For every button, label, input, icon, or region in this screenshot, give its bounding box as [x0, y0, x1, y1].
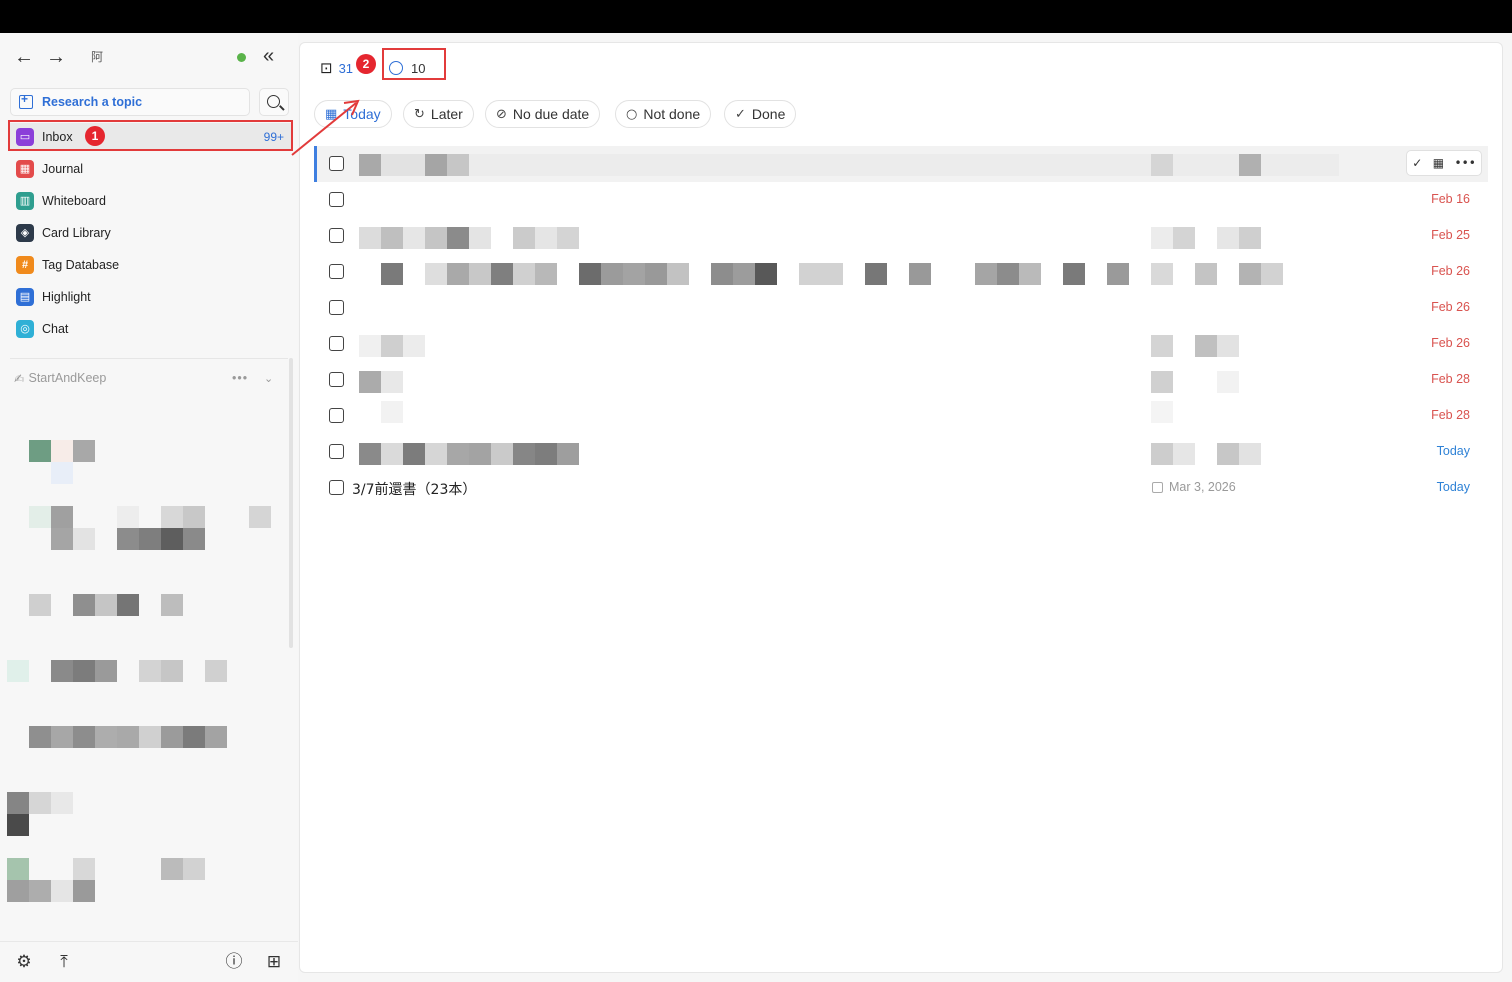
filter-label: Not done — [643, 106, 701, 122]
filter-no-due-date[interactable]: ⊘ No due date — [485, 100, 601, 128]
task-row[interactable]: Feb 28 — [314, 398, 1488, 434]
search-button[interactable] — [259, 88, 289, 116]
task-row[interactable]: Feb 16 — [314, 182, 1488, 218]
apps-icon[interactable]: ⊞ — [264, 952, 284, 972]
collapse-sidebar-icon[interactable]: « — [263, 45, 274, 68]
task-date: Today — [1436, 480, 1470, 494]
refresh-icon: ↻ — [414, 106, 425, 122]
task-due-date[interactable]: Mar 3, 2026 — [1152, 480, 1236, 494]
research-label: Research a topic — [42, 95, 143, 109]
task-checkbox[interactable] — [329, 264, 344, 279]
calendar-icon: ▦ — [16, 160, 34, 178]
layers-icon: ◈ — [16, 224, 34, 242]
gear-icon[interactable]: ⚙ — [14, 952, 34, 972]
more-icon[interactable]: ••• — [1455, 156, 1476, 170]
research-topic-button[interactable]: Research a topic — [10, 88, 250, 116]
app-window: ← → 阿 « Research a topic ▭ Inbox 99+ ▦ J… — [0, 33, 1512, 982]
task-title[interactable]: 3/7前還書（23本） — [352, 479, 476, 499]
workspace-icon[interactable]: 阿 — [88, 48, 106, 66]
check-icon[interactable]: ✓ — [1412, 156, 1422, 170]
sidebar-item-highlight[interactable]: ▤ Highlight — [10, 283, 292, 311]
calendar-icon[interactable]: ▦ — [1433, 156, 1444, 170]
task-row[interactable]: Feb 25 — [314, 218, 1488, 254]
sidebar-item-label: Whiteboard — [42, 194, 106, 208]
main-panel: ⊡ 31 10 ▦ Today ↻ Later ⊘ No due date ○ … — [299, 42, 1503, 973]
sidebar-scrollbar[interactable] — [289, 358, 293, 648]
whiteboard-icon: ▥ — [16, 192, 34, 210]
sidebar-item-chat[interactable]: ◎ Chat — [10, 315, 292, 343]
space-icon: ✍ — [14, 371, 25, 386]
research-icon — [19, 92, 33, 109]
task-date: Feb 16 — [1431, 192, 1470, 206]
sidebar-item-whiteboard[interactable]: ▥ Whiteboard — [10, 187, 292, 215]
chat-icon: ◎ — [16, 320, 34, 338]
sidebar-item-label: Card Library — [42, 226, 111, 240]
task-checkbox[interactable] — [329, 228, 344, 243]
task-row[interactable]: ✓ ▦ ••• — [314, 146, 1488, 182]
filter-not-done[interactable]: ○ Not done — [615, 100, 712, 128]
task-checkbox[interactable] — [329, 480, 344, 495]
task-date: Feb 28 — [1431, 408, 1470, 422]
hash-icon: # — [16, 256, 34, 274]
task-date: Feb 26 — [1431, 300, 1470, 314]
help-icon[interactable]: ⓘ — [224, 952, 244, 972]
sidebar-divider — [10, 358, 288, 359]
task-date: Feb 26 — [1431, 336, 1470, 350]
task-row[interactable]: Feb 26 — [314, 326, 1488, 362]
space-header[interactable]: ✍ StartAndKeep ••• ⌄ — [14, 368, 284, 388]
task-checkbox[interactable] — [329, 192, 344, 207]
filter-label: Done — [751, 106, 786, 122]
task-row[interactable]: Feb 28 — [314, 362, 1488, 398]
check-icon: ✓ — [735, 106, 746, 122]
task-date: Feb 26 — [1431, 264, 1470, 278]
sidebar-item-label: Journal — [42, 162, 83, 176]
highlight-icon: ▤ — [16, 288, 34, 306]
task-checkbox[interactable] — [329, 300, 344, 315]
annotation-box-inbox — [8, 120, 293, 151]
sidebar: ← → 阿 « Research a topic ▭ Inbox 99+ ▦ J… — [0, 33, 298, 982]
annotation-badge-2: 2 — [356, 54, 376, 74]
sidebar-item-journal[interactable]: ▦ Journal — [10, 155, 292, 183]
filter-label: Later — [430, 106, 463, 122]
filter-done[interactable]: ✓ Done — [724, 100, 797, 128]
more-icon[interactable]: ••• — [232, 371, 248, 385]
circle-icon: ○ — [626, 106, 638, 122]
sidebar-item-card-library[interactable]: ◈ Card Library — [10, 219, 292, 247]
annotation-badge-1: 1 — [85, 126, 105, 146]
task-row[interactable]: 3/7前還書（23本） Mar 3, 2026 Today — [314, 470, 1488, 506]
search-icon — [267, 95, 280, 108]
forward-arrow-icon[interactable]: → — [45, 47, 67, 69]
sidebar-item-tag-database[interactable]: # Tag Database — [10, 251, 292, 279]
filter-later[interactable]: ↻ Later — [403, 100, 474, 128]
task-row[interactable]: Today — [314, 434, 1488, 470]
annotation-arrow — [291, 99, 360, 156]
sync-status-dot — [237, 53, 246, 62]
annotation-box-tasks — [382, 48, 446, 80]
task-date: Feb 28 — [1431, 372, 1470, 386]
calendar-icon — [1152, 481, 1163, 493]
task-checkbox[interactable] — [329, 336, 344, 351]
task-date: Feb 25 — [1431, 228, 1470, 242]
task-checkbox[interactable] — [329, 444, 344, 459]
filter-label: No due date — [512, 106, 590, 122]
space-name: StartAndKeep — [28, 371, 107, 385]
task-date: Today — [1436, 444, 1470, 458]
upload-icon[interactable]: ⤒ — [54, 952, 74, 972]
back-arrow-icon[interactable]: ← — [13, 47, 35, 69]
task-checkbox[interactable] — [329, 408, 344, 423]
sidebar-item-label: Highlight — [42, 290, 91, 304]
chevron-down-icon[interactable]: ⌄ — [264, 372, 273, 385]
task-row[interactable]: Feb 26 — [314, 290, 1488, 326]
row-actions: ✓ ▦ ••• — [1406, 150, 1482, 176]
sidebar-item-label: Chat — [42, 322, 69, 336]
due-date-label: Mar 3, 2026 — [1169, 480, 1236, 494]
sidebar-item-label: Tag Database — [42, 258, 120, 272]
sidebar-bottom-bar: ⚙ ⤒ ⓘ ⊞ — [0, 941, 298, 982]
task-checkbox[interactable] — [329, 372, 344, 387]
task-row[interactable]: Feb 26 — [314, 254, 1488, 290]
no-date-icon: ⊘ — [496, 106, 507, 122]
